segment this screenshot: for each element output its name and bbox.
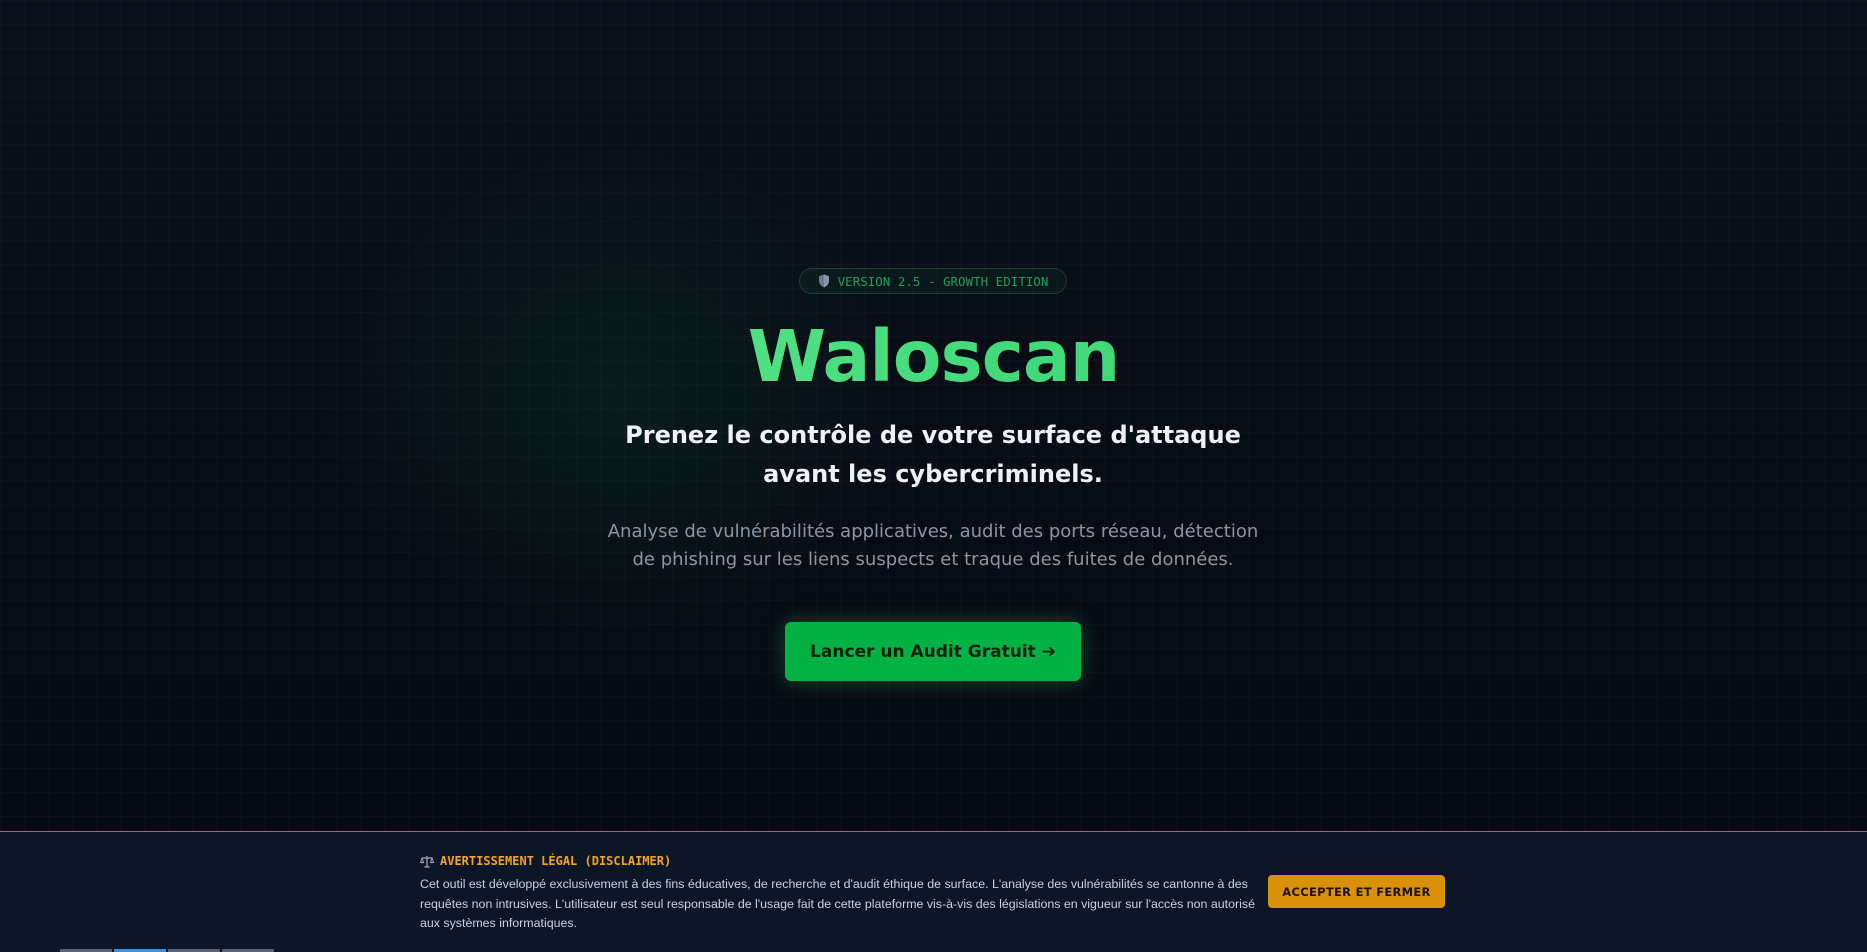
brand-title: Waloscan [0, 312, 1867, 402]
disclaimer-title-text: AVERTISSEMENT LÉGAL (DISCLAIMER) [440, 854, 672, 868]
landing-page: VERSION 2.5 - GROWTH EDITION Waloscan Pr… [0, 0, 1867, 952]
hero-headline: Prenez le contrôle de votre surface d'at… [625, 421, 1241, 488]
hero-section: VERSION 2.5 - GROWTH EDITION Waloscan Pr… [0, 0, 1867, 830]
start-free-audit-button[interactable]: Lancer un Audit Gratuit ➔ [785, 622, 1081, 681]
disclaimer-title: AVERTISSEMENT LÉGAL (DISCLAIMER) [420, 854, 671, 868]
scales-icon [420, 855, 434, 868]
hero-description: Analyse de vulnérabilités applicatives, … [607, 521, 1259, 570]
version-badge-text: VERSION 2.5 - GROWTH EDITION [837, 273, 1049, 289]
version-badge: VERSION 2.5 - GROWTH EDITION [799, 268, 1067, 294]
disclaimer-text: Cet outil est développé exclusivement à … [420, 877, 1255, 930]
accept-and-close-button[interactable]: ACCEPTER ET FERMER [1268, 875, 1445, 908]
shield-icon [818, 274, 829, 288]
legal-disclaimer-banner: AVERTISSEMENT LÉGAL (DISCLAIMER) Cet out… [0, 831, 1867, 952]
